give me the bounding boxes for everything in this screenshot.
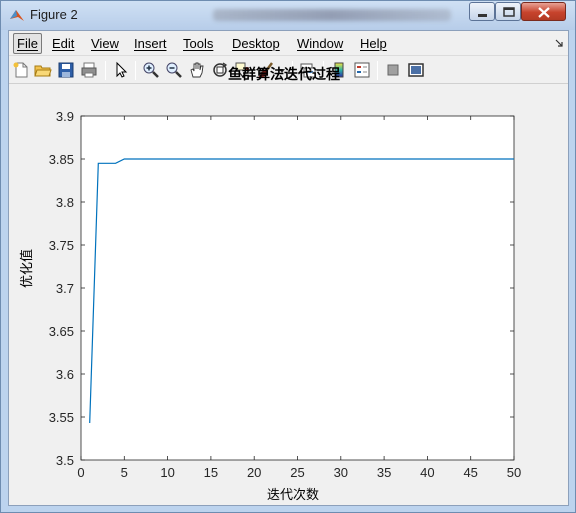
x-tick-label: 35 [377,465,391,480]
y-tick-label: 3.5 [56,453,74,468]
chart-title: 鱼群算法迭代过程 [228,67,340,83]
y-tick-label: 3.65 [49,324,74,339]
y-tick-label: 3.85 [49,152,74,167]
x-tick-label: 20 [247,465,261,480]
y-tick-label: 3.55 [49,410,74,425]
x-axis-label: 迭代次数 [267,488,320,503]
x-tick-label: 5 [121,465,128,480]
y-tick-label: 3.8 [56,195,74,210]
x-tick-label: 15 [204,465,218,480]
x-tick-label: 10 [160,465,174,480]
y-tick-label: 3.6 [56,367,74,382]
x-tick-label: 40 [420,465,434,480]
y-tick-label: 3.75 [49,238,74,253]
y-tick-label: 3.7 [56,281,74,296]
x-tick-label: 25 [290,465,304,480]
x-tick-label: 0 [77,465,84,480]
y-tick-label: 3.9 [56,109,74,124]
x-tick-label: 30 [334,465,348,480]
y-axis-label: 优化值 [20,248,35,288]
x-tick-label: 45 [463,465,477,480]
plot-area [80,115,515,461]
x-tick-label: 50 [507,465,521,480]
